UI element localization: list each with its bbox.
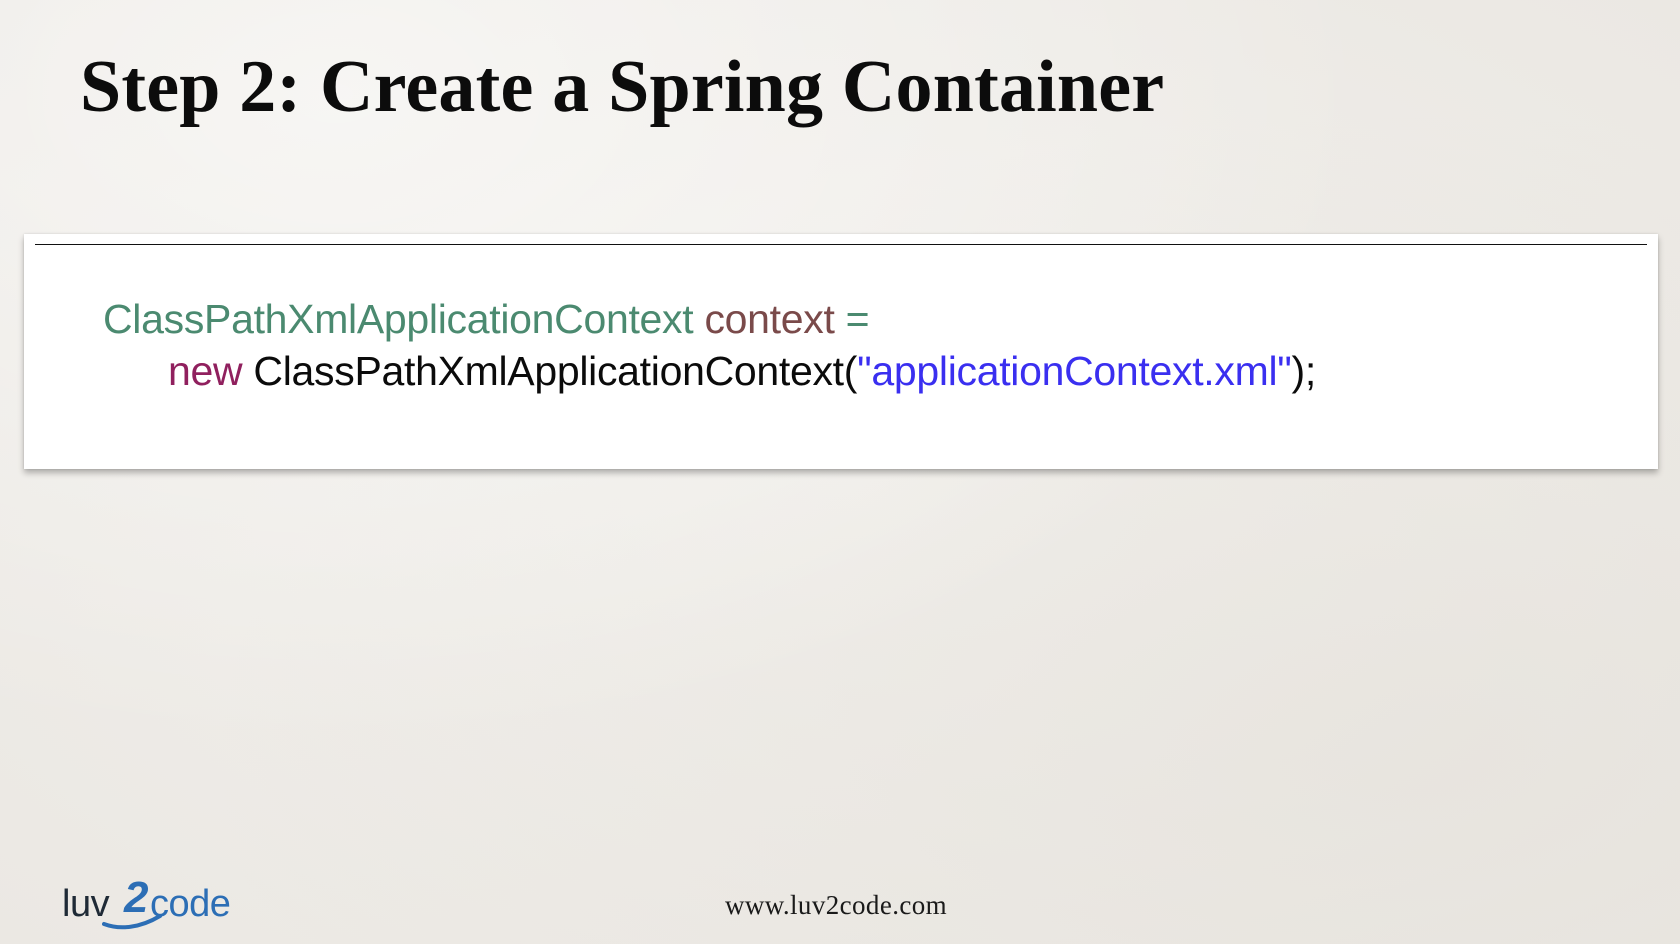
slide-title: Step 2: Create a Spring Container — [80, 46, 1165, 128]
code-close-token: ); — [1291, 348, 1317, 394]
code-line-1: ClassPathXmlApplicationContext context = — [103, 294, 870, 344]
code-constructor-token: ClassPathXmlApplicationContext( — [253, 348, 858, 394]
code-type-token: ClassPathXmlApplicationContext — [103, 296, 694, 342]
footer-url: www.luv2code.com — [0, 890, 1680, 921]
code-block: ClassPathXmlApplicationContext context =… — [24, 234, 1658, 469]
code-keyword-token: new — [168, 348, 243, 394]
code-string-token: "applicationContext.xml" — [857, 348, 1292, 394]
code-variable-token: context — [704, 296, 835, 342]
footer-url-text: www.luv2code.com — [724, 890, 948, 920]
code-block-top-rule — [35, 244, 1647, 245]
code-line-2: new ClassPathXmlApplicationContext("appl… — [168, 346, 1316, 396]
code-equals-token: = — [845, 296, 870, 342]
